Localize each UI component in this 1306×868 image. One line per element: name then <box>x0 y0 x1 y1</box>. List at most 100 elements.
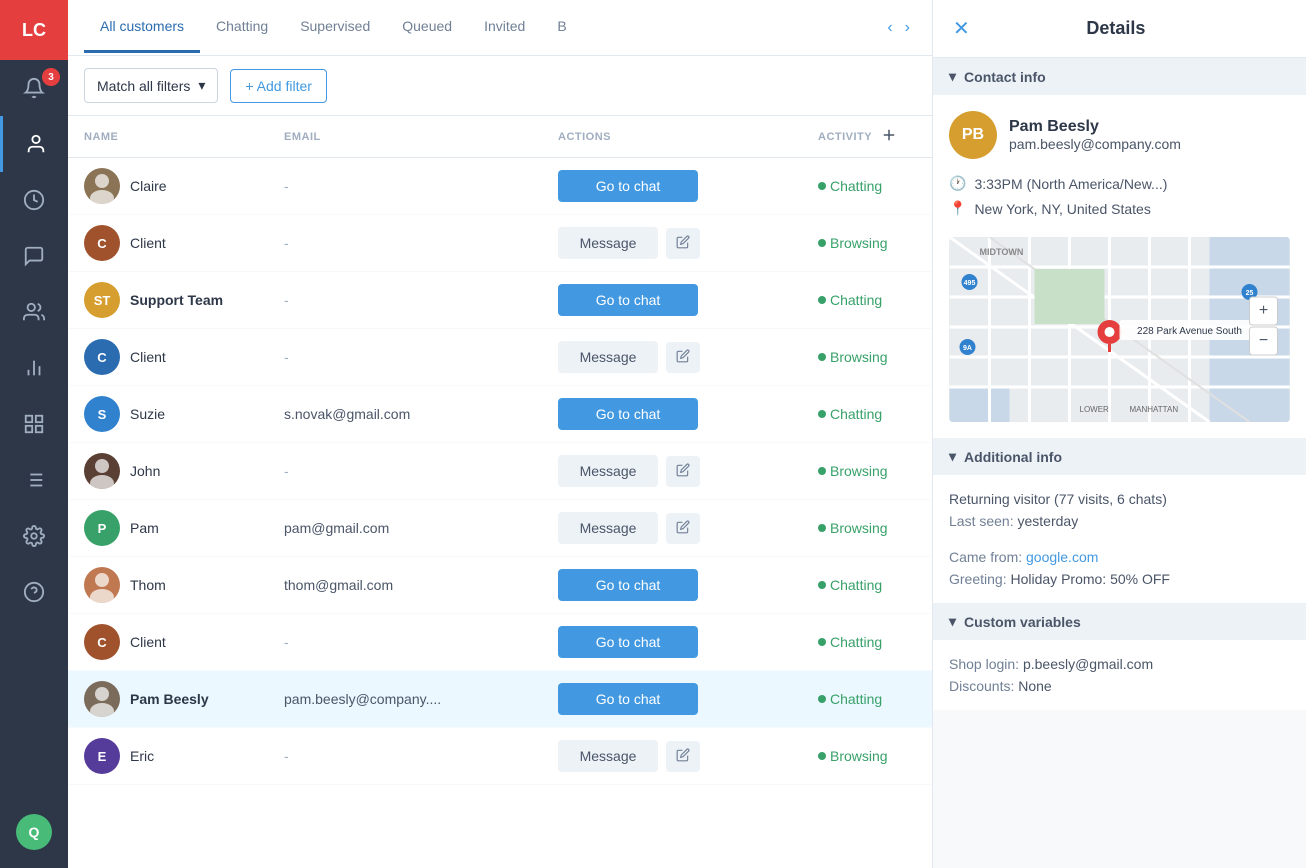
table-row[interactable]: C Client - Go to chat Chatting <box>68 614 932 671</box>
customer-name: Pam Beesly <box>130 691 209 707</box>
name-cell: C Client <box>68 215 268 272</box>
user-avatar-bottom[interactable]: Q <box>16 814 52 850</box>
additional-info-block: Returning visitor (77 visits, 6 chats) L… <box>949 491 1290 587</box>
notification-badge: 3 <box>42 68 60 86</box>
tab-all-customers[interactable]: All customers <box>84 2 200 53</box>
match-filters-dropdown[interactable]: Match all filters ▾ <box>84 68 218 103</box>
user-cell: Thom <box>84 567 252 603</box>
table-row[interactable]: P Pam pam@gmail.com Message Browsing <box>68 500 932 557</box>
table-row[interactable]: S Suzie s.novak@gmail.com Go to chat Cha… <box>68 386 932 443</box>
contact-name-email: Pam Beesly pam.beesly@company.com <box>1009 118 1181 152</box>
chevron-down-icon: ▾ <box>198 77 205 94</box>
go-to-chat-button[interactable]: Go to chat <box>558 683 698 715</box>
came-from-row: Came from: google.com <box>949 549 1290 565</box>
edit-icon-button[interactable] <box>666 456 700 487</box>
name-cell: John <box>68 443 268 500</box>
last-seen-row: Last seen: yesterday <box>949 513 1290 529</box>
activity-cell: Browsing <box>802 500 932 557</box>
contact-info-content: PB Pam Beesly pam.beesly@company.com 🕐 3… <box>933 95 1306 438</box>
message-button[interactable]: Message <box>558 455 658 487</box>
contact-info-section-header[interactable]: ▾ Contact info <box>933 58 1306 95</box>
tab-next-btn[interactable]: › <box>899 15 916 41</box>
sidebar-item-team[interactable] <box>0 284 68 340</box>
tab-invited[interactable]: Invited <box>468 2 541 53</box>
sidebar-item-notifications[interactable]: 3 <box>0 60 68 116</box>
panel-close-button[interactable]: ✕ <box>953 16 970 41</box>
sidebar-item-contacts[interactable] <box>0 116 68 172</box>
go-to-chat-button[interactable]: Go to chat <box>558 170 698 202</box>
go-to-chat-button[interactable]: Go to chat <box>558 626 698 658</box>
status-indicator: Chatting <box>818 577 916 593</box>
action-cell: Go to chat <box>542 158 802 215</box>
go-to-chat-button[interactable]: Go to chat <box>558 569 698 601</box>
status-label: Chatting <box>830 406 882 422</box>
status-label: Browsing <box>830 235 888 251</box>
edit-icon-button[interactable] <box>666 228 700 259</box>
table-row[interactable]: E Eric - Message Browsing <box>68 728 932 785</box>
status-indicator: Chatting <box>818 634 916 650</box>
edit-icon-button[interactable] <box>666 513 700 544</box>
table-body: Claire - Go to chat Chatting C Client - … <box>68 158 932 785</box>
panel-header: ✕ Details <box>933 0 1306 58</box>
table-row[interactable]: Claire - Go to chat Chatting <box>68 158 932 215</box>
svg-text:+: + <box>1259 302 1268 319</box>
name-cell: Thom <box>68 557 268 614</box>
go-to-chat-button[interactable]: Go to chat <box>558 284 698 316</box>
status-dot <box>818 524 826 532</box>
table-row[interactable]: C Client - Message Browsing <box>68 329 932 386</box>
tab-prev-btn[interactable]: ‹ <box>881 15 898 41</box>
activity-cell: Browsing <box>802 728 932 785</box>
table-row[interactable]: Pam Beesly pam.beesly@company.... Go to … <box>68 671 932 728</box>
tab-chatting[interactable]: Chatting <box>200 2 284 53</box>
chevron-down-icon-additional: ▾ <box>949 448 956 465</box>
status-indicator: Chatting <box>818 691 916 707</box>
message-button[interactable]: Message <box>558 740 658 772</box>
sidebar-item-apps[interactable] <box>0 396 68 452</box>
tab-supervised[interactable]: Supervised <box>284 2 386 53</box>
svg-text:−: − <box>1259 332 1268 349</box>
sidebar-item-chat[interactable] <box>0 228 68 284</box>
user-cell: ST Support Team <box>84 282 252 318</box>
contact-email: pam.beesly@company.com <box>1009 136 1181 152</box>
contact-time-row: 🕐 3:33PM (North America/New...) <box>949 175 1290 192</box>
tab-queued[interactable]: Queued <box>386 2 468 53</box>
activity-cell: Chatting <box>802 557 932 614</box>
shop-login-row: Shop login: p.beesly@gmail.com <box>949 656 1290 672</box>
match-filters-label: Match all filters <box>97 78 190 94</box>
email-cell: - <box>268 158 542 215</box>
sidebar-item-settings[interactable] <box>0 508 68 564</box>
status-label: Chatting <box>830 691 882 707</box>
table-row[interactable]: John - Message Browsing <box>68 443 932 500</box>
user-cell: C Client <box>84 339 252 375</box>
sidebar-item-list[interactable] <box>0 452 68 508</box>
customer-name: Support Team <box>130 292 223 308</box>
sidebar-item-clock[interactable] <box>0 172 68 228</box>
status-label: Browsing <box>830 748 888 764</box>
app-logo[interactable]: LC <box>0 0 68 60</box>
message-button[interactable]: Message <box>558 227 658 259</box>
sidebar-item-help[interactable] <box>0 564 68 620</box>
add-filter-button[interactable]: + Add filter <box>230 69 327 103</box>
edit-icon-button[interactable] <box>666 342 700 373</box>
user-cell: C Client <box>84 225 252 261</box>
message-button[interactable]: Message <box>558 341 658 373</box>
table-row[interactable]: Thom thom@gmail.com Go to chat Chatting <box>68 557 932 614</box>
additional-info-section-header[interactable]: ▾ Additional info <box>933 438 1306 475</box>
activity-cell: Chatting <box>802 158 932 215</box>
name-cell: S Suzie <box>68 386 268 443</box>
table-row[interactable]: ST Support Team - Go to chat Chatting <box>68 272 932 329</box>
go-to-chat-button[interactable]: Go to chat <box>558 398 698 430</box>
tab-b[interactable]: B <box>541 2 582 53</box>
message-button[interactable]: Message <box>558 512 658 544</box>
table-row[interactable]: C Client - Message Browsing <box>68 215 932 272</box>
panel-title: Details <box>1086 18 1145 39</box>
action-cell: Go to chat <box>542 614 802 671</box>
came-from-link[interactable]: google.com <box>1026 549 1098 565</box>
tabs-bar: All customers Chatting Supervised Queued… <box>68 0 932 56</box>
edit-icon-button[interactable] <box>666 741 700 772</box>
col-email: EMAIL <box>268 116 542 158</box>
custom-vars-section-header[interactable]: ▾ Custom variables <box>933 603 1306 640</box>
sidebar-item-reports[interactable] <box>0 340 68 396</box>
action-cell: Message <box>542 443 802 500</box>
add-column-icon[interactable] <box>880 126 898 147</box>
